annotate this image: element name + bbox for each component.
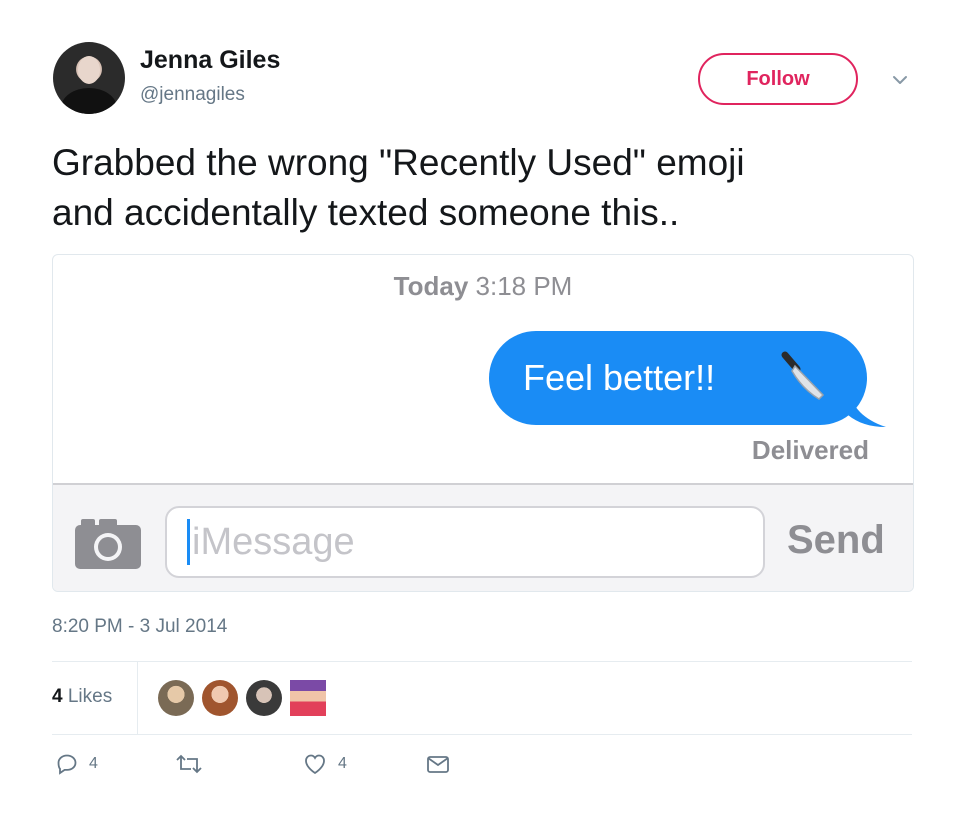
camera-icon	[75, 519, 141, 569]
user-handle[interactable]: @jennagiles	[140, 84, 245, 106]
message-clock: 3:18 PM	[475, 271, 573, 301]
avatar-face	[78, 56, 100, 84]
direct-message-action[interactable]	[425, 752, 451, 776]
heart-icon	[305, 754, 325, 775]
avatar-shoulders	[61, 88, 117, 114]
like-count: 4	[338, 755, 347, 772]
message-timestamp: Today 3:18 PM	[53, 271, 913, 302]
tweet-media-image[interactable]: Today 3:18 PM Feel better!! Delivered iM…	[52, 254, 914, 592]
divider	[52, 734, 912, 735]
text-cursor	[187, 519, 190, 565]
reply-count: 4	[89, 755, 98, 772]
likes-label: Likes	[67, 686, 113, 707]
like-action[interactable]: 4	[302, 752, 347, 776]
knife-emoji-icon	[781, 351, 825, 400]
imessage-input: iMessage	[165, 506, 765, 578]
reply-icon	[57, 754, 77, 775]
send-button: Send	[787, 518, 885, 562]
likes-count[interactable]: 4 Likes	[52, 686, 112, 708]
chevron-down-icon[interactable]	[886, 66, 914, 94]
message-text: Feel better!!	[523, 357, 716, 398]
user-name[interactable]: Jenna Giles	[140, 46, 280, 75]
liker-avatar-3[interactable]	[246, 680, 282, 716]
message-input-bar: iMessage Send	[53, 483, 913, 591]
retweet-icon	[176, 754, 202, 774]
imessage-placeholder: iMessage	[192, 520, 355, 563]
tweet-timestamp[interactable]: 8:20 PM - 3 Jul 2014	[52, 616, 227, 638]
likes-divider	[137, 662, 138, 734]
liker-avatar-4[interactable]	[290, 680, 326, 716]
message-day: Today	[393, 271, 469, 301]
liker-avatar-1[interactable]	[158, 680, 194, 716]
liker-avatar-2[interactable]	[202, 680, 238, 716]
avatar[interactable]	[53, 42, 125, 114]
divider	[52, 661, 912, 662]
tweet-text-line2: and accidentally texted someone this..	[52, 192, 680, 233]
envelope-icon	[427, 756, 449, 773]
message-bubble: Feel better!!	[489, 331, 867, 425]
likes-number: 4	[52, 686, 63, 707]
tweet-text-line1: Grabbed the wrong "Recently Used" emoji	[52, 142, 745, 183]
tweet-text: Grabbed the wrong "Recently Used" emoji …	[52, 138, 912, 238]
retweet-action[interactable]	[175, 752, 213, 776]
follow-button[interactable]: Follow	[698, 53, 858, 105]
delivery-status: Delivered	[751, 435, 869, 465]
reply-action[interactable]: 4	[55, 752, 98, 776]
